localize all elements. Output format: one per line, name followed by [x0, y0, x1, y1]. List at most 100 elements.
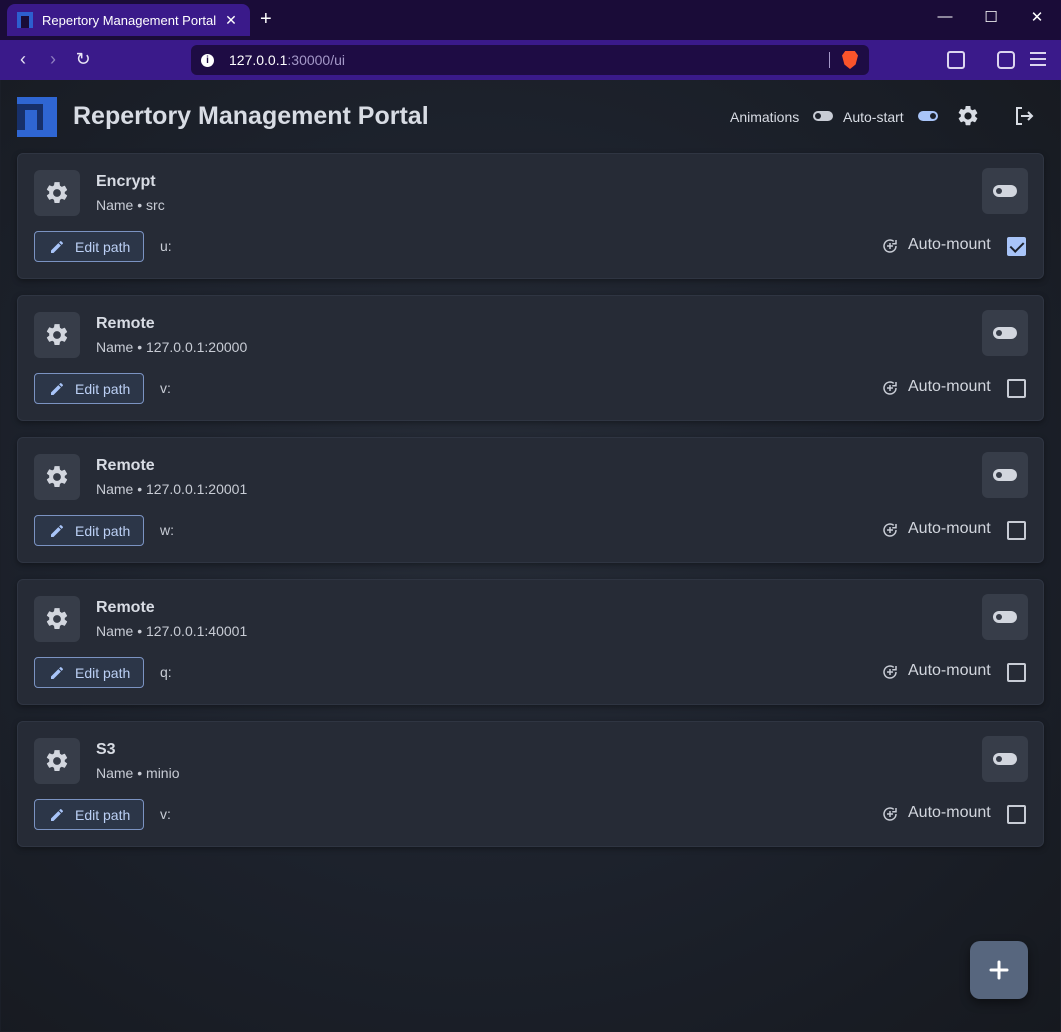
mount-path: v:	[160, 806, 171, 822]
url-path: :30000/ui	[287, 52, 345, 68]
auto-mount-icon	[883, 523, 897, 537]
logout-icon[interactable]	[1011, 104, 1037, 130]
auto-mount-label: Auto-mount	[908, 520, 991, 537]
url-host: 127.0.0.1	[229, 52, 288, 68]
gear-icon	[46, 750, 68, 771]
edit-path-button[interactable]: Edit path	[34, 231, 144, 262]
autostart-toggle[interactable]	[918, 111, 938, 121]
mount-toggle-button[interactable]	[982, 594, 1028, 640]
edit-path-button[interactable]: Edit path	[34, 799, 144, 830]
add-mount-button[interactable]	[970, 941, 1028, 999]
edit-path-label: Edit path	[75, 238, 131, 255]
provider-type: Encrypt	[96, 173, 156, 190]
auto-mount-icon	[883, 239, 897, 253]
auto-mount-icon	[883, 381, 897, 395]
mount-card: Remote Name • 127.0.0.1:20000 Edit path …	[17, 295, 1044, 421]
auto-mount-label: Auto-mount	[908, 662, 991, 679]
edit-path-label: Edit path	[75, 806, 131, 823]
pencil-icon	[51, 666, 64, 679]
animations-toggle[interactable]	[813, 111, 833, 121]
settings-gear-icon[interactable]	[955, 104, 981, 130]
minimize-button[interactable]: —	[933, 8, 957, 25]
mount-card: Remote Name • 127.0.0.1:40001 Edit path …	[17, 579, 1044, 705]
browser-toolbar: ‹ › ↻ i 127.0.0.1:30000/ui	[0, 40, 1061, 80]
mount-card: S3 Name • minio Edit path v: Auto-mount	[17, 721, 1044, 847]
pencil-icon	[51, 524, 64, 537]
tab-close-icon[interactable]: ✕	[222, 12, 240, 29]
edit-path-button[interactable]: Edit path	[34, 373, 144, 404]
mount-settings-button[interactable]	[34, 454, 80, 500]
app-logo	[17, 97, 57, 137]
address-bar[interactable]: i 127.0.0.1:30000/ui	[191, 45, 869, 75]
provider-type: S3	[96, 741, 116, 758]
mount-name: Name • src	[96, 197, 165, 213]
reload-button[interactable]: ↻	[71, 49, 95, 70]
favicon-icon	[17, 12, 33, 28]
pencil-icon	[51, 240, 64, 253]
browser-tab-bar: Repertory Management Portal ✕ + — ☐ ✕	[0, 0, 1061, 40]
tab-title: Repertory Management Portal	[42, 12, 217, 28]
mount-card: Remote Name • 127.0.0.1:20001 Edit path …	[17, 437, 1044, 563]
auto-mount-checkbox[interactable]	[1007, 237, 1026, 256]
autostart-label: Auto-start	[843, 109, 904, 125]
pencil-icon	[51, 382, 64, 395]
toggle-off-icon	[993, 753, 1017, 765]
auto-mount-label: Auto-mount	[908, 804, 991, 821]
mount-name: Name • minio	[96, 765, 180, 781]
mount-settings-button[interactable]	[34, 312, 80, 358]
toggle-off-icon	[993, 185, 1017, 197]
auto-mount-checkbox[interactable]	[1007, 521, 1026, 540]
back-button[interactable]: ‹	[11, 49, 35, 70]
mount-name: Name • 127.0.0.1:20000	[96, 339, 248, 355]
edit-path-button[interactable]: Edit path	[34, 657, 144, 688]
mount-path: q:	[160, 664, 172, 680]
menu-icon[interactable]	[1030, 52, 1046, 66]
gear-icon	[46, 324, 68, 345]
close-window-button[interactable]: ✕	[1025, 8, 1049, 26]
mount-name: Name • 127.0.0.1:20001	[96, 481, 248, 497]
auto-mount-checkbox[interactable]	[1007, 805, 1026, 824]
toggle-off-icon	[993, 469, 1017, 481]
site-info-icon[interactable]: i	[201, 53, 214, 67]
mount-toggle-button[interactable]	[982, 310, 1028, 356]
new-tab-button[interactable]: +	[260, 8, 272, 30]
auto-mount-icon	[883, 807, 897, 821]
pencil-icon	[51, 808, 64, 821]
edit-path-label: Edit path	[75, 664, 131, 681]
forward-button[interactable]: ›	[41, 49, 65, 70]
mount-settings-button[interactable]	[34, 596, 80, 642]
mount-path: v:	[160, 380, 171, 396]
brave-shields-icon[interactable]	[842, 51, 858, 69]
gear-icon	[46, 466, 68, 487]
mount-card: Encrypt Name • src Edit path u: Auto-mou…	[17, 153, 1044, 279]
animations-label: Animations	[730, 109, 800, 125]
edit-path-button[interactable]: Edit path	[34, 515, 144, 546]
mount-name: Name • 127.0.0.1:40001	[96, 623, 248, 639]
provider-type: Remote	[96, 315, 155, 332]
wallet-icon[interactable]	[997, 51, 1015, 69]
url-divider	[829, 52, 830, 68]
gear-icon	[46, 182, 68, 203]
page-content: Repertory Management Portal Animations A…	[1, 80, 1060, 1031]
auto-mount-label: Auto-mount	[908, 236, 991, 253]
edit-path-label: Edit path	[75, 380, 131, 397]
mount-settings-button[interactable]	[34, 738, 80, 784]
auto-mount-label: Auto-mount	[908, 378, 991, 395]
provider-type: Remote	[96, 599, 155, 616]
toggle-off-icon	[993, 611, 1017, 623]
page-title: Repertory Management Portal	[73, 102, 429, 130]
auto-mount-checkbox[interactable]	[1007, 663, 1026, 682]
mount-settings-button[interactable]	[34, 170, 80, 216]
maximize-button[interactable]: ☐	[979, 8, 1003, 26]
mount-path: u:	[160, 238, 172, 254]
gear-icon	[46, 608, 68, 629]
mount-path: w:	[160, 522, 174, 538]
toggle-off-icon	[993, 327, 1017, 339]
mount-toggle-button[interactable]	[982, 452, 1028, 498]
browser-tab[interactable]: Repertory Management Portal ✕	[7, 4, 250, 36]
tab-search-icon[interactable]	[947, 51, 965, 69]
auto-mount-checkbox[interactable]	[1007, 379, 1026, 398]
mount-toggle-button[interactable]	[982, 736, 1028, 782]
edit-path-label: Edit path	[75, 522, 131, 539]
mount-toggle-button[interactable]	[982, 168, 1028, 214]
